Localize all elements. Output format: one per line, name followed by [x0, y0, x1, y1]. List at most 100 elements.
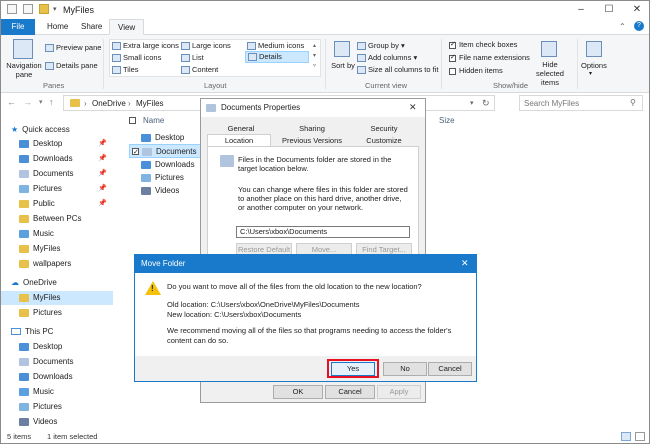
nav-item-between-pcs[interactable]: Between PCs	[1, 212, 113, 226]
nav-item-downloads[interactable]: Downloads 📌	[1, 152, 113, 166]
pin-icon: 📌	[98, 140, 107, 147]
tab-sharing[interactable]: Sharing	[277, 123, 347, 134]
column-header-name[interactable]: Name	[143, 116, 164, 125]
hide-selected-button[interactable]: Hide selected items	[529, 60, 571, 87]
downloads-icon	[19, 372, 29, 381]
layout-scroll-icon[interactable]: ▴ ▾ ▿	[313, 41, 316, 71]
nav-onedrive[interactable]: ☁ OneDrive	[1, 276, 113, 290]
customize-toolbar-icon[interactable]: ▾	[53, 5, 57, 13]
tab-file[interactable]: File	[1, 19, 35, 35]
nav-item-music[interactable]: Music	[1, 227, 113, 241]
list-item-selected[interactable]: Documents	[129, 144, 209, 160]
options-button[interactable]: Options	[581, 61, 607, 70]
properties-icon[interactable]	[23, 4, 33, 14]
panes-group-label: Panes	[43, 81, 65, 90]
layout-list[interactable]: List	[181, 53, 204, 63]
nav-item-pc-music[interactable]: Music	[1, 385, 113, 399]
yes-button[interactable]: Yes	[331, 362, 375, 376]
recent-locations-icon[interactable]: ▾	[39, 98, 43, 106]
nav-item-pc-documents[interactable]: Documents	[1, 355, 113, 369]
column-header-size[interactable]: Size	[439, 116, 455, 125]
maximize-icon[interactable]: ☐	[595, 2, 623, 18]
breadcrumb-myfiles[interactable]: MyFiles	[136, 99, 164, 108]
sort-by-button[interactable]: Sort by	[331, 61, 355, 70]
pin-icon: 📌	[98, 200, 107, 207]
list-item[interactable]: Videos	[129, 184, 209, 198]
layout-medium-icons[interactable]: Medium icons	[247, 41, 304, 51]
up-icon[interactable]: ↑	[49, 97, 54, 107]
layout-large-icons[interactable]: Large icons	[181, 41, 231, 51]
list-item[interactable]: Downloads	[129, 158, 209, 172]
item-check-boxes-toggle[interactable]: Item check boxes	[449, 40, 517, 49]
tab-security[interactable]: Security	[351, 123, 417, 134]
nav-item-documents[interactable]: Documents 📌	[1, 167, 113, 181]
details-pane-button[interactable]: Details pane	[45, 61, 98, 71]
nav-item-pc-desktop[interactable]: Desktop	[1, 340, 113, 354]
tab-customize[interactable]: Customize	[351, 135, 417, 146]
tab-general[interactable]: General	[209, 123, 273, 134]
layout-details[interactable]: Details	[245, 51, 309, 63]
nav-item-pc-videos[interactable]: Videos	[1, 415, 113, 429]
add-columns-button[interactable]: Add columns ▾	[357, 53, 417, 63]
large-icons-view-icon[interactable]	[635, 432, 645, 441]
new-folder-icon[interactable]	[39, 4, 49, 14]
tab-view[interactable]: View	[109, 19, 145, 35]
documents-icon	[142, 147, 152, 156]
search-icon[interactable]: ⚲	[630, 98, 636, 107]
ok-button[interactable]: OK	[273, 385, 323, 399]
nav-item-desktop[interactable]: Desktop 📌	[1, 137, 113, 151]
chevron-down-icon[interactable]: ▾	[470, 99, 474, 107]
tab-share[interactable]: Share	[73, 19, 110, 35]
file-name-extensions-toggle[interactable]: File name extensions	[449, 53, 530, 62]
select-all-checkbox[interactable]	[129, 117, 136, 124]
details-view-icon[interactable]	[621, 432, 631, 441]
nav-item-pc-pictures[interactable]: Pictures	[1, 400, 113, 414]
refresh-icon[interactable]: ↻	[482, 98, 490, 109]
nav-this-pc[interactable]: This PC	[1, 325, 113, 339]
preview-pane-button[interactable]: Preview pane	[45, 43, 101, 53]
nav-quick-access[interactable]: ★ Quick access	[1, 123, 113, 137]
tab-home[interactable]: Home	[39, 19, 76, 35]
navigation-pane-icon[interactable]	[13, 39, 33, 59]
nav-item-public[interactable]: Public 📌	[1, 197, 113, 211]
hidden-items-toggle[interactable]: Hidden items	[449, 66, 503, 75]
group-by-button[interactable]: Group by ▾	[357, 41, 405, 51]
tab-previous-versions[interactable]: Previous Versions	[277, 135, 347, 146]
layout-tiles[interactable]: Tiles	[112, 65, 139, 75]
location-path-field[interactable]: C:\Users\xbox\Documents	[236, 226, 410, 238]
back-icon[interactable]: ←	[7, 97, 16, 107]
breadcrumb-onedrive[interactable]: OneDrive	[92, 99, 126, 108]
tab-location[interactable]: Location	[207, 134, 271, 146]
layout-small-icons[interactable]: Small icons	[112, 53, 161, 63]
minimize-icon[interactable]: –	[567, 2, 595, 18]
layout-content[interactable]: Content	[181, 65, 218, 75]
collapse-ribbon-icon[interactable]: ⌃	[619, 22, 626, 31]
layout-extra-large-icons[interactable]: Extra large icons	[112, 41, 179, 51]
nav-item-wallpapers[interactable]: wallpapers	[1, 257, 113, 271]
options-dropdown-icon[interactable]: ▾	[589, 70, 592, 77]
list-item[interactable]: Desktop	[129, 131, 209, 145]
navigation-pane-button[interactable]: Navigation pane	[6, 61, 42, 79]
forward-icon[interactable]: →	[23, 97, 32, 107]
options-icon	[586, 41, 602, 57]
nav-item-onedrive-myfiles[interactable]: MyFiles	[1, 291, 113, 305]
apply-button[interactable]: Apply	[377, 385, 421, 399]
size-all-columns-button[interactable]: Size all columns to fit	[357, 65, 438, 75]
nav-item-myfiles[interactable]: MyFiles	[1, 242, 113, 256]
help-icon[interactable]: ?	[634, 21, 644, 31]
no-button[interactable]: No	[383, 362, 427, 376]
cancel-button[interactable]: Cancel	[428, 362, 472, 376]
pictures-icon	[19, 402, 29, 411]
list-item[interactable]: Pictures	[129, 171, 209, 185]
cancel-button[interactable]: Cancel	[325, 385, 375, 399]
close-icon[interactable]: ✕	[461, 258, 469, 269]
nav-item-pictures[interactable]: Pictures 📌	[1, 182, 113, 196]
properties-title: Documents Properties	[221, 103, 301, 112]
close-icon[interactable]: ✕	[409, 102, 417, 113]
close-icon[interactable]: ✕	[623, 2, 650, 18]
nav-item-pc-downloads[interactable]: Downloads	[1, 370, 113, 384]
search-input[interactable]: Search MyFiles	[524, 99, 579, 108]
nav-item-onedrive-pictures[interactable]: Pictures	[1, 306, 113, 320]
large-icons-icon	[181, 42, 190, 51]
search-box[interactable]: Search MyFiles ⚲	[519, 95, 643, 111]
